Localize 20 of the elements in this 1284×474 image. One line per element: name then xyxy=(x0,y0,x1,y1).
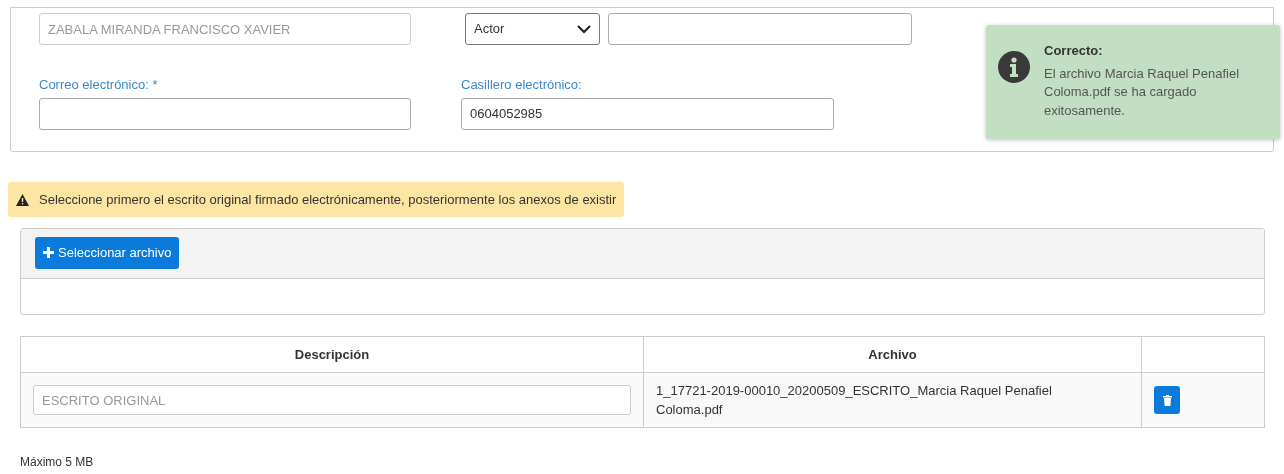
warning-icon xyxy=(16,193,29,206)
warning-text: Seleccione primero el escrito original firmado electrónicamente, posteriormente los anexos de existir xyxy=(39,190,617,209)
table-cell: 1_17721-2019-00010_20200509_ESCRITO_Marcia Raquel Penafiel Coloma.pdf xyxy=(643,372,1142,428)
delete-button[interactable] xyxy=(1154,386,1180,414)
input-field[interactable] xyxy=(608,13,912,45)
column-header: Archivo xyxy=(643,336,1142,373)
input-field[interactable]: 0604052985 xyxy=(461,97,834,130)
input-field[interactable] xyxy=(39,97,411,130)
plus-icon xyxy=(43,247,54,259)
field-label: Correo electrónico: * xyxy=(39,76,159,94)
column-header: Descripción xyxy=(20,336,644,373)
role-dropdown[interactable]: Actor xyxy=(465,13,600,45)
toast-title: Correcto: xyxy=(1044,42,1104,60)
field-label: Casillero electrónico: xyxy=(461,76,583,94)
toast-message: El archivo Marcia Raquel Penafiel Coloma.pdf se ha cargado exitosamente. xyxy=(1044,64,1241,121)
max-size-note: Máximo 5 MB xyxy=(20,454,94,471)
select-file-button[interactable]: Seleccionar archivo xyxy=(35,237,180,269)
info-icon xyxy=(998,51,1030,83)
chevron-down-icon xyxy=(577,24,591,34)
trash-icon xyxy=(1162,394,1172,406)
